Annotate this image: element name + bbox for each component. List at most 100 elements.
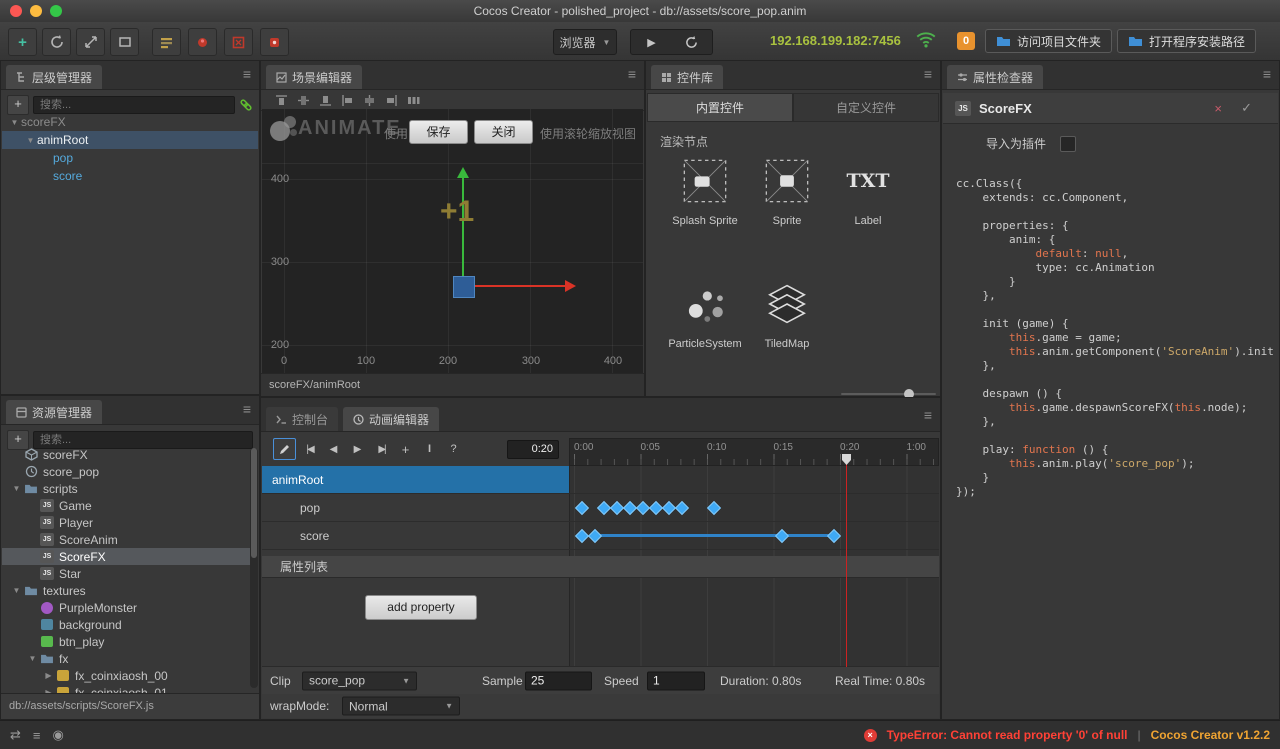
hierarchy-node-pop[interactable]: pop: [2, 149, 258, 167]
menu-icon[interactable]: ≡: [1263, 66, 1271, 82]
expand-arrow[interactable]: ▼: [8, 118, 21, 127]
scene-tab[interactable]: 场景编辑器: [266, 65, 362, 89]
align-top-icon[interactable]: [275, 94, 288, 107]
console-tab[interactable]: 控制台: [266, 407, 338, 431]
list-icon[interactable]: ≡: [33, 728, 41, 743]
sample-input[interactable]: [525, 671, 592, 690]
gizmo-origin-handle[interactable]: [453, 276, 475, 298]
animation-row-track[interactable]: [569, 466, 939, 493]
assets-scrollbar[interactable]: [250, 448, 258, 688]
asset-item-background[interactable]: background: [2, 616, 258, 633]
add-keyframe-button[interactable]: +: [395, 439, 416, 459]
import-as-plugin-checkbox[interactable]: [1060, 136, 1076, 152]
animation-row-label[interactable]: score: [262, 522, 569, 549]
inspector-tab[interactable]: 属性检查器: [947, 65, 1043, 89]
asset-item-ScoreFX[interactable]: JSScoreFX: [2, 548, 258, 565]
asset-item-scripts[interactable]: ▼scripts: [2, 480, 258, 497]
rotate-tool-button[interactable]: [42, 28, 71, 56]
hierarchy-tab[interactable]: 层级管理器: [6, 65, 102, 89]
eye-icon[interactable]: ◉: [53, 727, 64, 743]
wrapmode-select[interactable]: Normal ▼: [342, 697, 460, 716]
keyframe-diamond[interactable]: [575, 501, 589, 515]
swap-icon[interactable]: ⇄: [10, 727, 21, 743]
keyframe-diamond[interactable]: [827, 529, 841, 543]
playhead-line[interactable]: [846, 464, 847, 667]
animation-row-track[interactable]: [569, 522, 939, 549]
menu-icon[interactable]: ≡: [243, 401, 251, 417]
scene-canvas[interactable]: ANIMATE 使用 保存 关闭 使用滚轮缩放视图 40030020001002…: [262, 109, 643, 374]
rect-tool-button[interactable]: [110, 28, 139, 56]
expand-arrow[interactable]: ▼: [10, 484, 23, 493]
align-right-icon[interactable]: [385, 94, 398, 107]
jump-to-start-button[interactable]: |◀: [299, 439, 320, 459]
expand-arrow[interactable]: ▼: [26, 654, 39, 663]
asset-item-Player[interactable]: JSPlayer: [2, 514, 258, 531]
menu-icon[interactable]: ≡: [924, 407, 932, 423]
asset-item-scoreFX[interactable]: scoreFX: [2, 446, 258, 463]
gizmo-x-axis[interactable]: [465, 285, 565, 287]
library-item-label[interactable]: TXT Label: [827, 153, 909, 227]
next-frame-button[interactable]: ▶|: [371, 439, 392, 459]
library-tab[interactable]: 控件库: [651, 65, 723, 89]
library-item-tiledmap[interactable]: TiledMap: [746, 276, 828, 350]
animation-editor-tab[interactable]: 动画编辑器: [343, 407, 439, 431]
distribute-icon[interactable]: [407, 94, 420, 107]
animation-row-track[interactable]: [569, 494, 939, 521]
previous-frame-button[interactable]: ◀: [323, 439, 344, 459]
browser-select[interactable]: 浏览器 ▼: [553, 29, 617, 55]
plugin-button-4[interactable]: [260, 28, 289, 56]
expand-arrow[interactable]: ▶: [42, 671, 55, 680]
align-middle-icon[interactable]: [297, 94, 310, 107]
help-button[interactable]: ?: [443, 439, 464, 459]
open-install-path-button[interactable]: 打开程序安装路径: [1117, 29, 1256, 53]
keyframe-diamond[interactable]: [675, 501, 689, 515]
asset-item-Star[interactable]: JSStar: [2, 565, 258, 582]
close-animation-button[interactable]: 关闭: [474, 120, 533, 144]
speed-input[interactable]: [647, 671, 705, 690]
asset-item-ScoreAnim[interactable]: JSScoreAnim: [2, 531, 258, 548]
error-count-badge[interactable]: 0: [957, 32, 975, 50]
plugin-button-1[interactable]: [152, 28, 181, 56]
align-bottom-icon[interactable]: [319, 94, 332, 107]
library-item-particlesystem[interactable]: ParticleSystem: [664, 276, 746, 350]
play-button[interactable]: ▶: [630, 29, 673, 55]
animation-row-label[interactable]: animRoot: [262, 466, 569, 493]
menu-icon[interactable]: ≡: [628, 66, 636, 82]
scale-tool-button[interactable]: [76, 28, 105, 56]
link-icon[interactable]: [239, 98, 253, 112]
plugin-button-3[interactable]: [224, 28, 253, 56]
play-animation-button[interactable]: ▶: [347, 439, 368, 459]
preview-ip-address[interactable]: 192.168.199.182:7456: [770, 33, 901, 48]
expand-arrow[interactable]: ▼: [24, 136, 37, 145]
current-time-display[interactable]: [507, 440, 559, 459]
insert-event-button[interactable]: I: [419, 439, 440, 459]
asset-item-textures[interactable]: ▼textures: [2, 582, 258, 599]
menu-icon[interactable]: ≡: [243, 66, 251, 82]
expand-arrow[interactable]: ▼: [10, 586, 23, 595]
library-item-sprite[interactable]: Sprite: [746, 153, 828, 227]
close-icon[interactable]: ×: [1214, 101, 1222, 116]
error-message[interactable]: TypeError: Cannot read property '0' of n…: [887, 728, 1128, 742]
asset-item-Game[interactable]: JSGame: [2, 497, 258, 514]
keyframe-diamond[interactable]: [707, 501, 721, 515]
add-node-button[interactable]: +: [7, 95, 29, 115]
tab-custom-controls[interactable]: 自定义控件: [793, 93, 939, 122]
keyframe-diamond[interactable]: [775, 529, 789, 543]
asset-item-fx[interactable]: ▼fx: [2, 650, 258, 667]
record-button[interactable]: [273, 438, 296, 460]
menu-icon[interactable]: ≡: [924, 66, 932, 82]
asset-item-score_pop[interactable]: score_pop: [2, 463, 258, 480]
hierarchy-node-animRoot[interactable]: ▼animRoot: [2, 131, 258, 149]
open-project-folder-button[interactable]: 访问项目文件夹: [985, 29, 1112, 53]
assets-tab[interactable]: 资源管理器: [6, 400, 102, 424]
hierarchy-node-scoreFX[interactable]: ▼scoreFX: [2, 113, 258, 131]
asset-item-btn_play[interactable]: btn_play: [2, 633, 258, 650]
asset-item-fx_coinxiaosh_00[interactable]: ▶fx_coinxiaosh_00: [2, 667, 258, 684]
asset-item-PurpleMonster[interactable]: PurpleMonster: [2, 599, 258, 616]
confirm-icon[interactable]: ✓: [1241, 100, 1252, 116]
gizmo-y-axis[interactable]: [462, 177, 464, 285]
clip-select[interactable]: score_pop ▼: [302, 671, 417, 690]
refresh-button[interactable]: [671, 29, 713, 55]
tab-builtin-controls[interactable]: 内置控件: [647, 93, 793, 122]
align-center-icon[interactable]: [363, 94, 376, 107]
